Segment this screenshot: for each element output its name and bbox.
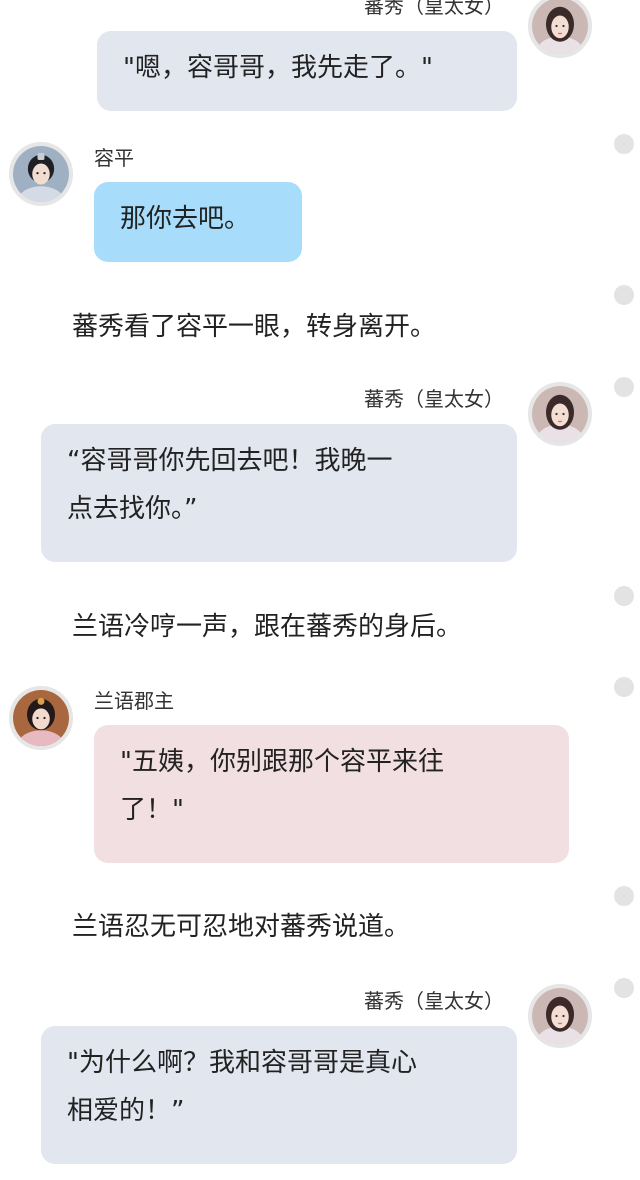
scroll-dot[interactable] bbox=[614, 134, 634, 154]
narration-text: 兰语忍无可忍地对蕃秀说道。 bbox=[72, 912, 411, 942]
message-text-line: 相爱的！” bbox=[67, 1096, 185, 1126]
message-text: "嗯，容哥哥，我先走了。" bbox=[123, 53, 433, 83]
scroll-dot[interactable] bbox=[614, 886, 634, 906]
message-text-line: “容哥哥你先回去吧！我晚一 bbox=[67, 446, 393, 476]
message-text-line: "为什么啊？我和容哥哥是真心 bbox=[67, 1048, 417, 1078]
message-bubble[interactable]: “容哥哥你先回去吧！我晚一 点去找你。” bbox=[41, 424, 517, 562]
avatar-fanxiu-icon[interactable] bbox=[528, 0, 592, 58]
message-text-line: 点去找你。” bbox=[67, 494, 198, 524]
scroll-dot[interactable] bbox=[614, 677, 634, 697]
scroll-dot[interactable] bbox=[614, 978, 634, 998]
scroll-dot[interactable] bbox=[614, 586, 634, 606]
speaker-name: 容平 bbox=[94, 146, 134, 170]
speaker-name: 蕃秀（皇太女） bbox=[364, 387, 504, 411]
message-bubble[interactable]: "为什么啊？我和容哥哥是真心 相爱的！” bbox=[41, 1026, 517, 1164]
avatar-fanxiu-icon[interactable] bbox=[528, 382, 592, 446]
narration-text: 蕃秀看了容平一眼，转身离开。 bbox=[72, 312, 437, 342]
speaker-name: 蕃秀（皇太女） bbox=[364, 0, 504, 18]
message-bubble[interactable]: "五姨，你别跟那个容平来往 了！" bbox=[94, 725, 569, 863]
avatar-fanxiu-icon[interactable] bbox=[528, 984, 592, 1048]
speaker-name: 蕃秀（皇太女） bbox=[364, 989, 504, 1013]
message-bubble[interactable]: 那你去吧。 bbox=[94, 182, 302, 262]
message-text-line: 了！" bbox=[120, 795, 184, 825]
avatar-lanyu-icon[interactable] bbox=[9, 686, 73, 750]
avatar-rongping-icon[interactable] bbox=[9, 142, 73, 206]
message-text: 那你去吧。 bbox=[120, 204, 251, 234]
message-bubble[interactable]: "嗯，容哥哥，我先走了。" bbox=[97, 31, 517, 111]
scroll-dot[interactable] bbox=[614, 377, 634, 397]
narration-text: 兰语冷哼一声，跟在蕃秀的身后。 bbox=[72, 612, 463, 642]
speaker-name: 兰语郡主 bbox=[94, 689, 174, 713]
message-text-line: "五姨，你别跟那个容平来往 bbox=[120, 747, 444, 777]
scroll-dot[interactable] bbox=[614, 285, 634, 305]
